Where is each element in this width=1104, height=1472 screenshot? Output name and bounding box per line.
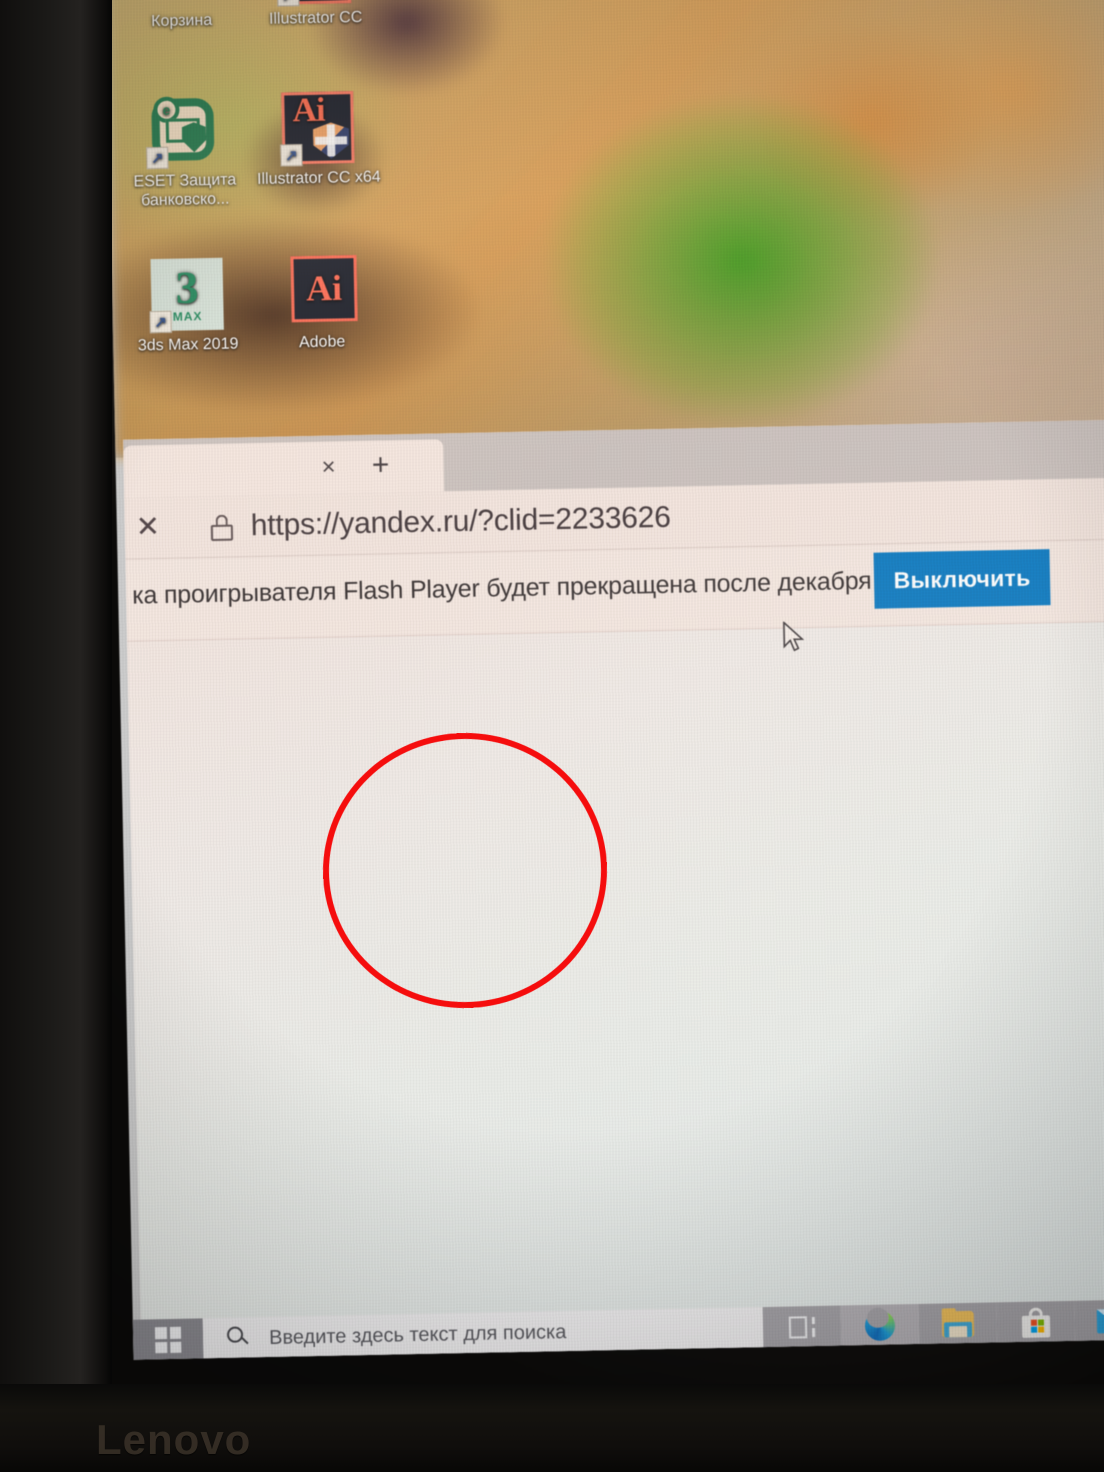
desktop-icon-illustrator-cc[interactable]: Ai Illustrator CC [247, 0, 383, 29]
disable-flash-button[interactable]: Выключить [873, 549, 1051, 609]
window-close-icon[interactable]: ✕ [133, 511, 164, 544]
desktop-icon-label: Illustrator CC x64 [256, 168, 381, 189]
shortcut-arrow-icon [149, 310, 172, 334]
wallpaper-shading [106, 0, 1104, 458]
desktop-icon-eset-banking[interactable]: e ESET Защита банковско... [116, 93, 252, 211]
eset-banking-protection-icon: e [146, 94, 220, 170]
browser-tab-active[interactable] [123, 439, 445, 498]
page-content-area [127, 621, 1104, 1320]
microsoft-store-icon [1021, 1307, 1051, 1338]
shortcut-arrow-icon [280, 144, 303, 167]
tab-close-icon[interactable]: × [315, 453, 342, 482]
microsoft-edge-button[interactable] [840, 1303, 920, 1348]
file-explorer-icon [941, 1308, 975, 1338]
desktop-icon-adobe[interactable]: Adobe [253, 254, 389, 353]
screen-bezel-bottom [0, 1384, 1104, 1472]
adobe-icon [284, 255, 358, 328]
new-tab-icon[interactable]: + [366, 448, 395, 481]
microsoft-edge-icon [864, 1310, 896, 1342]
taskbar-pinned-items [762, 1299, 1104, 1350]
task-view-button[interactable] [762, 1305, 842, 1350]
search-icon [226, 1326, 249, 1348]
desktop-icon-illustrator-cc-x64[interactable]: Ai Illustrator CC x64 [250, 90, 386, 189]
desktop-icon-label: Корзина [151, 11, 213, 31]
notification-message: ка проигрывателя Flash Player будет прек… [131, 565, 941, 610]
shortcut-arrow-icon [146, 146, 169, 170]
recycle-bin-icon [144, 0, 217, 7]
adobe-illustrator-cc-icon: Ai [276, 0, 352, 7]
windows-logo-icon [154, 1326, 182, 1354]
address-bar-url[interactable]: https://yandex.ru/?clid=2233626 [250, 501, 671, 543]
file-explorer-button[interactable] [918, 1302, 998, 1346]
screen-bezel-left [0, 0, 112, 1472]
laptop-photo: Корзина Ai Illustrator CC e [0, 0, 1104, 1472]
desktop-icon-recycle-bin[interactable]: Корзина [113, 0, 249, 32]
desktop-icon-3ds-max-2019[interactable]: MAX 3ds Max 2019 [119, 257, 255, 356]
laptop-screen: Корзина Ai Illustrator CC e [106, 0, 1104, 1360]
shortcut-arrow-icon [276, 0, 300, 7]
mail-icon [1096, 1308, 1104, 1334]
search-placeholder: Введите здесь текст для поиска [268, 1321, 567, 1349]
task-view-icon [788, 1316, 816, 1339]
desktop-icon-label: 3ds Max 2019 [137, 335, 239, 355]
lock-icon[interactable] [210, 514, 234, 542]
browser-window: × + ✕ https://yandex.ru/?clid=2233626 ка… [123, 419, 1104, 1320]
adobe-illustrator-cc-x64-icon: Ai [280, 91, 355, 167]
desktop-icon-label: Illustrator CC [268, 8, 363, 28]
start-button[interactable] [132, 1318, 204, 1360]
mouse-cursor-icon [783, 621, 805, 652]
microsoft-store-button[interactable] [996, 1300, 1076, 1345]
3ds-max-2019-icon: MAX [149, 257, 224, 334]
desktop-icon-label: ESET Защита банковско... [133, 171, 237, 210]
mail-button[interactable] [1074, 1299, 1104, 1343]
desktop-icon-label: Adobe [298, 333, 346, 352]
